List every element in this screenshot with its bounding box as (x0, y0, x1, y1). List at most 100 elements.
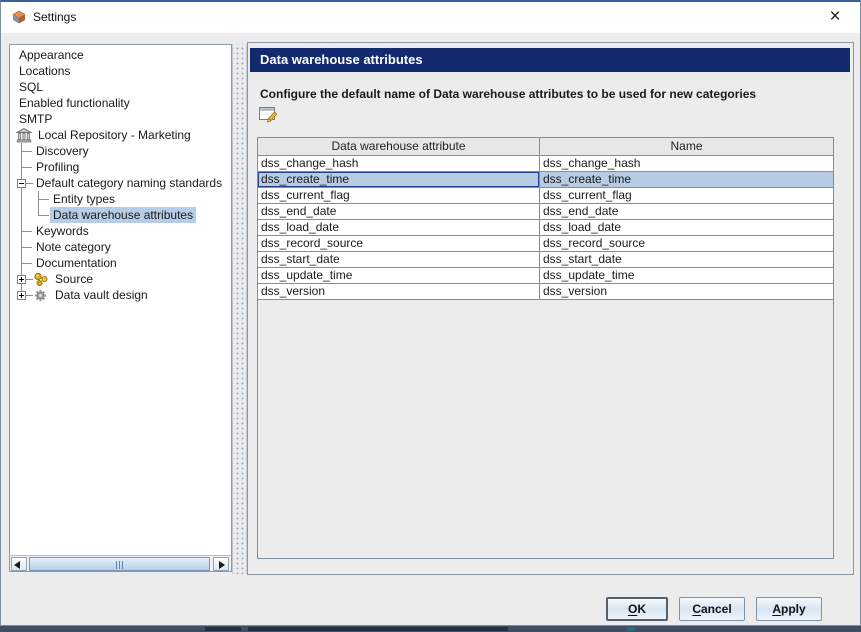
tree-connector (33, 207, 50, 223)
tree-item-data-vault-design[interactable]: Data vault design (10, 287, 231, 303)
tree-item-label: Data vault design (55, 288, 148, 302)
scroll-left-button[interactable] (11, 557, 27, 571)
close-icon[interactable]: × (818, 4, 852, 30)
name-cell[interactable]: dss_create_time (540, 172, 833, 187)
tree-item-label: Appearance (19, 48, 84, 62)
table-row[interactable]: dss_update_time dss_update_time (258, 268, 833, 284)
tree-item-label: Documentation (36, 256, 117, 270)
attribute-cell[interactable]: dss_end_date (258, 204, 540, 219)
tree-horizontal-scrollbar[interactable] (10, 555, 231, 571)
tree-item-keywords[interactable]: Keywords (10, 223, 231, 239)
tree-item-profiling[interactable]: Profiling (10, 159, 231, 175)
background-smudge (205, 627, 241, 631)
tree-item-data-warehouse-attributes[interactable]: Data warehouse attributes (10, 207, 231, 223)
left-arrow-icon (14, 561, 20, 569)
settings-dialog: Settings × Appearance Locations SQL Enabled… (0, 0, 861, 626)
tree-connector (16, 175, 33, 191)
attribute-cell[interactable]: dss_load_date (258, 220, 540, 235)
column-header-attribute[interactable]: Data warehouse attribute (258, 138, 540, 155)
expand-toggle-icon[interactable] (17, 275, 26, 284)
window-title: Settings (33, 10, 77, 24)
table-row[interactable]: dss_record_source dss_record_source (258, 236, 833, 252)
tree-item-label: Locations (19, 64, 71, 78)
expand-toggle-icon[interactable] (17, 291, 26, 300)
tree-item-note-category[interactable]: Note category (10, 239, 231, 255)
tree-item-label: Keywords (36, 224, 89, 238)
tree-item-smtp[interactable]: SMTP (10, 111, 231, 127)
tree-item-label: Default category naming standards (36, 176, 223, 190)
desktop-background-strip (0, 626, 861, 632)
tree-item-sql[interactable]: SQL (10, 79, 231, 95)
attribute-cell[interactable]: dss_record_source (258, 236, 540, 251)
table-row[interactable]: dss_start_date dss_start_date (258, 252, 833, 268)
tree-connector (33, 191, 50, 207)
name-cell[interactable]: dss_version (540, 284, 833, 299)
attribute-cell[interactable]: dss_update_time (258, 268, 540, 283)
tree-connector (16, 223, 33, 239)
attribute-cell[interactable]: dss_create_time (258, 172, 540, 187)
name-cell[interactable]: dss_update_time (540, 268, 833, 283)
name-cell[interactable]: dss_start_date (540, 252, 833, 267)
attribute-cell[interactable]: dss_start_date (258, 252, 540, 267)
tree-item-label: Note category (36, 240, 111, 254)
tree-item-local-repository-marketing[interactable]: Local Repository - Marketing (10, 127, 231, 143)
ok-button[interactable]: OK (606, 597, 668, 621)
tree-item-locations[interactable]: Locations (10, 63, 231, 79)
tree-item-label: SQL (19, 80, 44, 94)
tree-item-documentation[interactable]: Documentation (10, 255, 231, 271)
tree-connector (16, 239, 33, 255)
tree-item-default-category-naming-standards[interactable]: Default category naming standards (10, 175, 231, 191)
tree-connector (16, 271, 33, 287)
tree-connector (16, 159, 33, 175)
attribute-cell[interactable]: dss_change_hash (258, 156, 540, 171)
table-row[interactable]: dss_end_date dss_end_date (258, 204, 833, 220)
name-cell[interactable]: dss_record_source (540, 236, 833, 251)
tree-item-enabled-functionality[interactable]: Enabled functionality (10, 95, 231, 111)
tree-item-appearance[interactable]: Appearance (10, 47, 231, 63)
cancel-button[interactable]: Cancel (679, 597, 745, 621)
tree-item-discovery[interactable]: Discovery (10, 143, 231, 159)
gear-icon (33, 288, 49, 303)
tree-item-label: Discovery (36, 144, 89, 158)
tree-item-source[interactable]: Source (10, 271, 231, 287)
app-cube-icon (11, 9, 27, 25)
background-smudge (248, 627, 508, 631)
edit-attributes-button[interactable] (258, 107, 280, 125)
panel-splitter[interactable] (232, 44, 247, 574)
tree-connector (16, 143, 33, 159)
table-row[interactable]: dss_create_time dss_create_time (258, 172, 833, 188)
screenshot-root: Settings × Appearance Locations SQL Enabled… (0, 0, 861, 632)
scrollbar-thumb[interactable] (29, 557, 210, 571)
tree-item-label: SMTP (19, 112, 53, 126)
attribute-cell[interactable]: dss_current_flag (258, 188, 540, 203)
table-header-row: Data warehouse attribute Name (258, 138, 833, 156)
table-row[interactable]: dss_load_date dss_load_date (258, 220, 833, 236)
collapse-toggle-icon[interactable] (17, 179, 26, 188)
scroll-right-button[interactable] (213, 557, 229, 571)
attributes-table: Data warehouse attribute Name dss_change… (257, 137, 834, 559)
column-header-name[interactable]: Name (540, 138, 833, 155)
name-cell[interactable]: dss_load_date (540, 220, 833, 235)
tree-item-label: Profiling (36, 160, 80, 174)
panel-title: Data warehouse attributes (250, 48, 850, 72)
tree-item-label: Source (55, 272, 94, 286)
tree-item-label: Local Repository - Marketing (38, 128, 191, 142)
table-row[interactable]: dss_change_hash dss_change_hash (258, 156, 833, 172)
title-bar: Settings × (1, 2, 860, 33)
repository-building-icon (15, 127, 33, 143)
panel-description: Configure the default name of Data wareh… (260, 87, 757, 101)
name-cell[interactable]: dss_current_flag (540, 188, 833, 203)
apply-button[interactable]: Apply (756, 597, 822, 621)
name-cell[interactable]: dss_change_hash (540, 156, 833, 171)
tree-item-entity-types[interactable]: Entity types (10, 191, 231, 207)
tree-item-label: Entity types (53, 192, 116, 206)
tree-connector (16, 287, 33, 303)
detail-panel: Data warehouse attributes Configure the … (247, 42, 854, 575)
attribute-cell[interactable]: dss_version (258, 284, 540, 299)
name-cell[interactable]: dss_end_date (540, 204, 833, 219)
table-row[interactable]: dss_current_flag dss_current_flag (258, 188, 833, 204)
table-row[interactable]: dss_version dss_version (258, 284, 833, 300)
scrollbar-grip-icon (115, 561, 124, 569)
tree-connector (16, 207, 33, 223)
tree-connector (16, 191, 33, 207)
